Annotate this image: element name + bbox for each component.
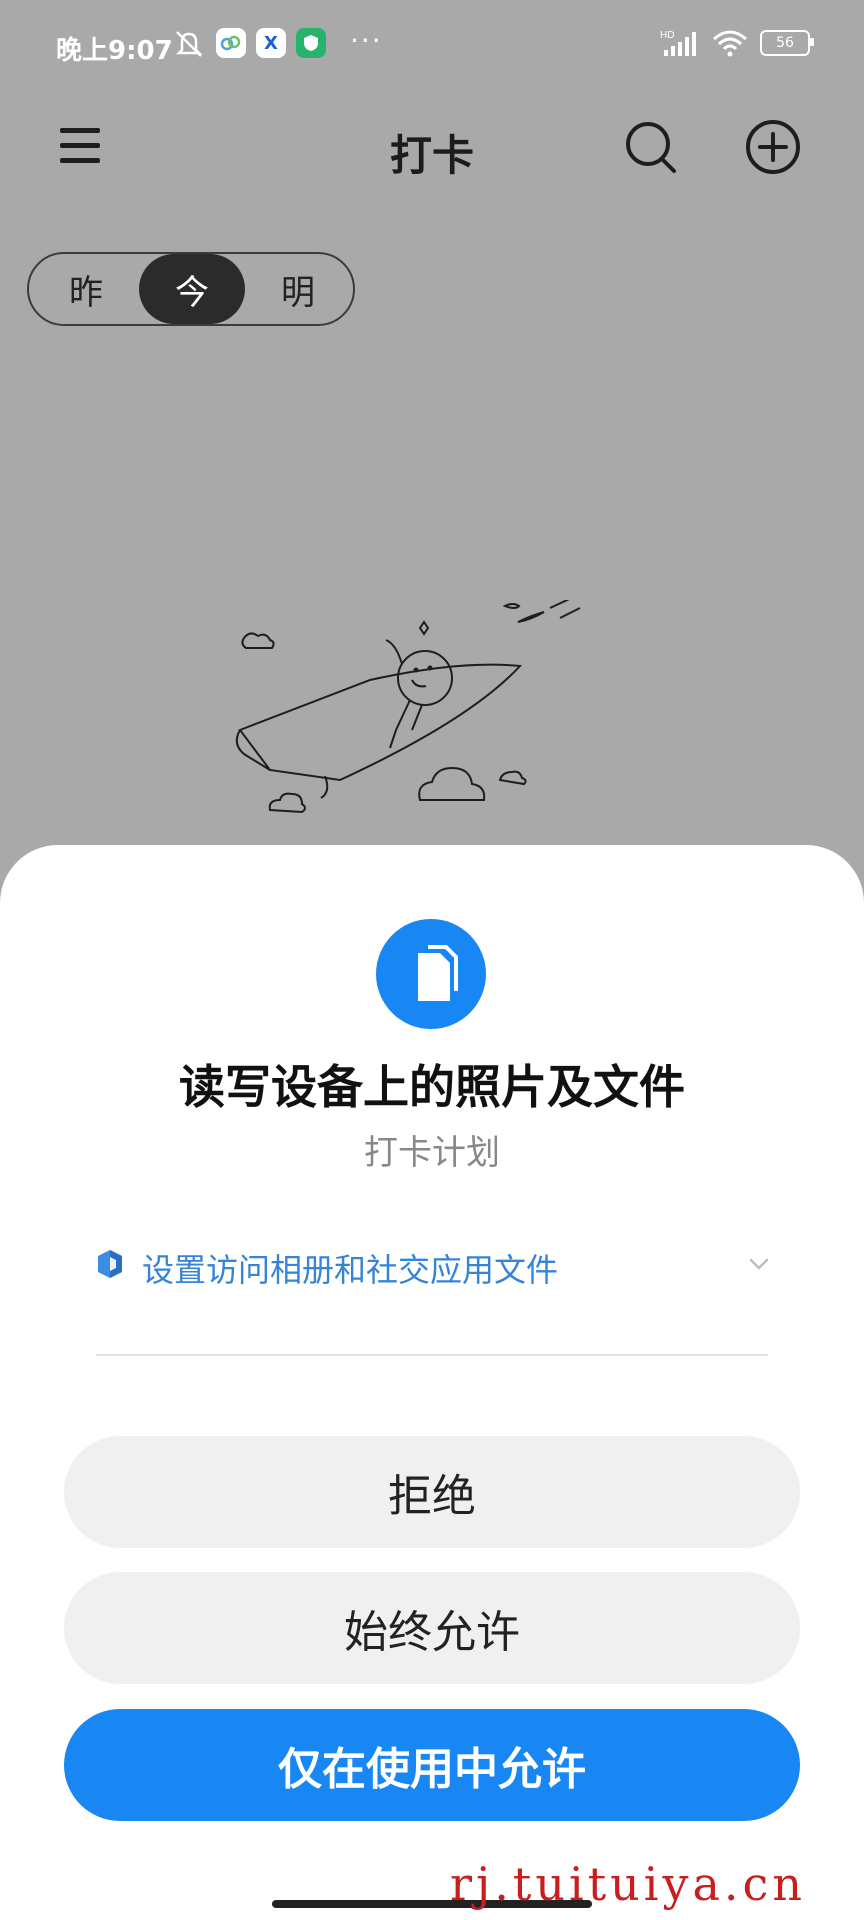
add-icon[interactable] [744, 118, 802, 176]
divider [96, 1354, 768, 1356]
allow-while-using-button[interactable]: 仅在使用中允许 [64, 1709, 800, 1821]
day-selector: 昨 今 明 [27, 252, 355, 326]
chevron-down-icon [749, 1258, 769, 1270]
deny-button[interactable]: 拒绝 [64, 1436, 800, 1548]
relaxing-character-illustration [235, 600, 581, 814]
shield-icon [98, 1250, 122, 1278]
status-system-icons: HD 56 [660, 28, 814, 58]
tab-yesterday[interactable]: 昨 [33, 254, 139, 324]
hd-badge: HD [660, 30, 674, 41]
battery-indicator: 56 [760, 30, 814, 56]
x-app-icon: X [256, 28, 286, 58]
tab-today[interactable]: 今 [139, 254, 245, 324]
wifi-icon [713, 30, 747, 57]
mute-icon [175, 31, 203, 57]
page-title: 打卡 [389, 131, 474, 180]
search-icon[interactable] [622, 118, 680, 176]
permission-title: 读写设备上的照片及文件 [179, 1060, 685, 1114]
requesting-app-name: 打卡计划 [364, 1133, 500, 1173]
watermark-text: rj.tuituiya.cn [450, 1857, 806, 1911]
status-time: 晚上9:07 [56, 36, 173, 66]
signal-icon: HD [660, 30, 696, 56]
files-permission-icon [376, 919, 486, 1029]
status-bar: 晚上9:07 X ··· HD 56 [0, 0, 864, 96]
media-access-settings-label: 设置访问相册和社交应用文件 [142, 1251, 559, 1289]
shield-app-icon [296, 28, 326, 58]
status-notification-icons: X [172, 28, 326, 58]
cloud-app-icon [216, 28, 246, 58]
tab-tomorrow[interactable]: 明 [245, 254, 351, 324]
permission-dialog: 读写设备上的照片及文件 打卡计划 设置访问相册和社交应用文件 拒绝 始终允许 仅… [0, 845, 864, 1920]
more-notifications-indicator: ··· [350, 24, 383, 57]
app-header: 打卡 [0, 100, 864, 210]
media-access-settings-row[interactable]: 设置访问相册和社交应用文件 [96, 1237, 772, 1293]
always-allow-button[interactable]: 始终允许 [64, 1572, 800, 1684]
